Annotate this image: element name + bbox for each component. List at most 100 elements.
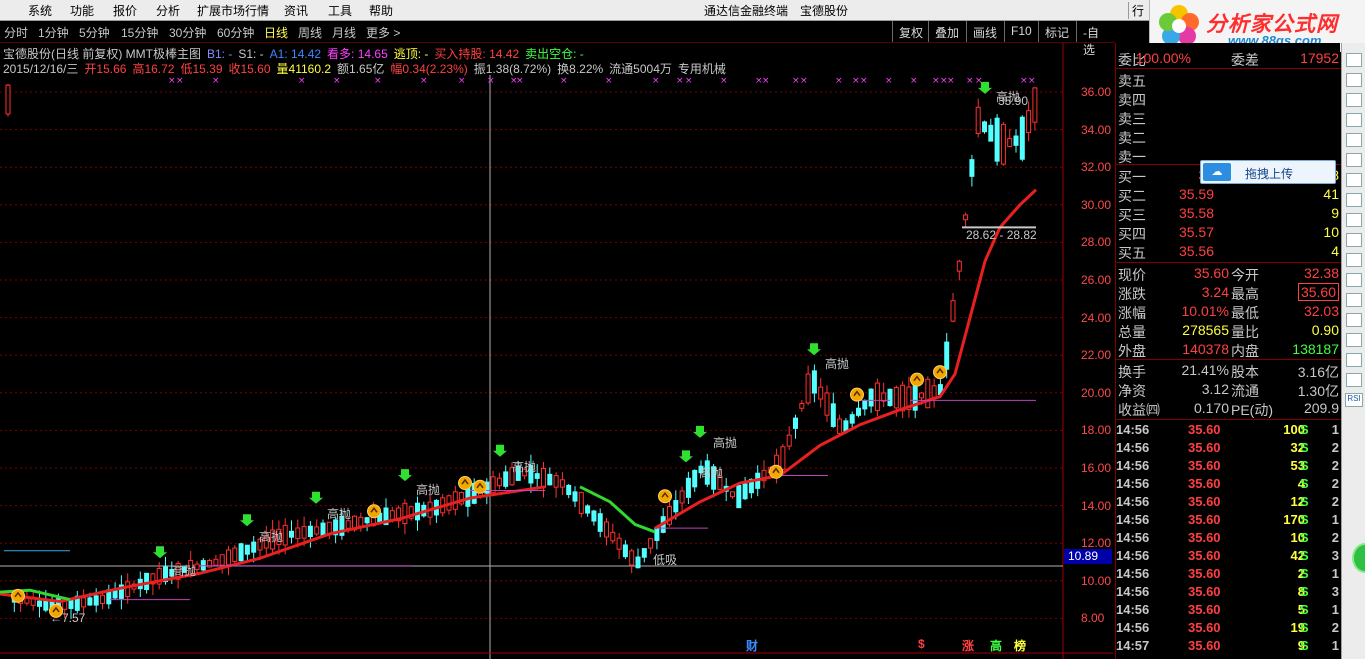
- stat-label: 今开: [1231, 267, 1259, 283]
- candle-body: [125, 581, 131, 597]
- sidebar-tool-icon[interactable]: [1346, 273, 1362, 287]
- tick-time: 14:56: [1116, 422, 1150, 437]
- stat2-row: 换手 21.41% 股本 3.16亿: [1116, 361, 1341, 380]
- sidebar-tool-icon[interactable]: [1346, 373, 1362, 387]
- candle-body: [610, 531, 616, 542]
- weibi-value: 100.00%: [1135, 50, 1191, 66]
- toolbar-button-5[interactable]: -自选: [1076, 21, 1115, 57]
- tick-side: S: [1300, 530, 1309, 545]
- tab-timeframe-8[interactable]: 月线: [332, 24, 356, 41]
- sidebar-tool-icon[interactable]: RSI: [1345, 393, 1363, 407]
- candle-body: [679, 490, 685, 504]
- stat-label: 外盘: [1118, 343, 1146, 359]
- sidebar-tool-icon[interactable]: [1346, 253, 1362, 267]
- toolbar-button-1[interactable]: 叠加: [928, 21, 965, 42]
- menu-item-4[interactable]: 扩展市场行情: [197, 2, 269, 19]
- candle-body: [856, 407, 861, 416]
- buy-level-label: 买三: [1118, 207, 1146, 223]
- tab-timeframe-3[interactable]: 15分钟: [121, 24, 158, 41]
- candle-body: [5, 84, 11, 115]
- sidebar-tool-icon[interactable]: [1346, 213, 1362, 227]
- menu-item-3[interactable]: 分析: [156, 2, 180, 19]
- divider: [1116, 262, 1341, 263]
- tab-timeframe-0[interactable]: 分时: [4, 24, 28, 41]
- sidebar-tool-icon[interactable]: [1346, 353, 1362, 367]
- toolbar-button-0[interactable]: 复权: [892, 21, 929, 42]
- toolbar-button-4[interactable]: 标记: [1038, 21, 1075, 42]
- menu-item-2[interactable]: 报价: [113, 2, 137, 19]
- signal-marker: ×: [860, 76, 868, 86]
- sidebar-tool-icon[interactable]: [1346, 333, 1362, 347]
- buy-level-price: 35.59: [1178, 186, 1214, 202]
- tick-time: 14:56: [1116, 458, 1150, 473]
- menu-item-1[interactable]: 功能: [70, 2, 94, 19]
- buy-level-volume: 10: [1323, 224, 1339, 240]
- tab-timeframe-4[interactable]: 30分钟: [169, 24, 206, 41]
- signal-marker: ×: [374, 76, 382, 86]
- sidebar-tool-icon[interactable]: [1346, 193, 1362, 207]
- kline-chart[interactable]: × × × × × × × × × × × × × × × × × × × × × × × × × × × × × × × × × 宝德股份(日…: [0, 43, 1113, 659]
- signal-marker: ×: [1020, 76, 1028, 86]
- candle-body: [1019, 116, 1025, 160]
- menu-item-5[interactable]: 资讯: [284, 2, 308, 19]
- candle-body: [685, 477, 691, 498]
- sidebar-tool-icon[interactable]: [1346, 233, 1362, 247]
- chart-canvas: × × × × × × × × × ×× × × × × × × × × × × × × × × × × × × × × × ×: [0, 43, 1113, 659]
- buy-level-price: 35.58: [1178, 205, 1214, 221]
- tick-count: 1: [1331, 566, 1339, 581]
- candle-body: [648, 538, 654, 549]
- drag-upload-button[interactable]: ☁ 拖拽上传: [1200, 160, 1336, 184]
- y-tick-label: 8.00: [1081, 611, 1105, 626]
- candle-body: [692, 469, 698, 488]
- candle-body: [364, 517, 370, 524]
- buy-coin-icon: [11, 588, 25, 603]
- sidebar-tool-icon[interactable]: [1346, 313, 1362, 327]
- sidebar-tool-icon[interactable]: [1346, 73, 1362, 87]
- tick-row: 14:56 35.60 12 S 2: [1116, 493, 1341, 512]
- sell-arrow-icon: [153, 546, 167, 559]
- sidebar-tool-icon[interactable]: [1346, 93, 1362, 107]
- tab-timeframe-9[interactable]: 更多 >: [366, 24, 400, 41]
- candle-body: [799, 403, 805, 409]
- menu-item-7[interactable]: 帮助: [369, 2, 393, 19]
- tick-row: 14:56 35.60 53 S 2: [1116, 457, 1341, 476]
- candle-body: [641, 548, 647, 558]
- event-marker: 榜: [1014, 639, 1027, 653]
- signal-marker: ×: [333, 76, 341, 86]
- green-circle-button[interactable]: [1352, 543, 1365, 573]
- ohlc-value: 振1.38(8.72%): [473, 62, 552, 76]
- y-tick-label: 26.00: [1081, 273, 1112, 287]
- tab-timeframe-6[interactable]: 日线: [264, 24, 288, 41]
- sidebar-tool-icon[interactable]: [1346, 293, 1362, 307]
- tab-timeframe-1[interactable]: 1分钟: [38, 24, 69, 41]
- sell-signal-label: 高抛: [327, 507, 352, 522]
- menu-item-0[interactable]: 系统: [28, 2, 52, 19]
- sell-level-label: 卖三: [1118, 111, 1146, 127]
- toolbar-button-2[interactable]: 画线: [966, 21, 1003, 42]
- signal-marker: ×: [835, 76, 843, 86]
- tick-price: 35.60: [1188, 422, 1221, 437]
- sidebar-tool-icon[interactable]: [1346, 173, 1362, 187]
- sidebar-tool-icon[interactable]: [1346, 133, 1362, 147]
- candle-body: [1000, 123, 1006, 165]
- sidebar-tool-icon[interactable]: [1346, 153, 1362, 167]
- ohlc-info-line: 2015/12/16/三 开15.66 高16.72 低15.39 收15.60 量411…: [3, 60, 732, 77]
- tick-time: 14:56: [1116, 584, 1150, 599]
- sell-level-row: 卖三: [1116, 108, 1341, 127]
- tick-count: 1: [1331, 638, 1339, 653]
- tab-timeframe-2[interactable]: 5分钟: [79, 24, 110, 41]
- candle-body: [1013, 135, 1019, 146]
- window-title-stock: 宝德股份: [800, 4, 849, 18]
- tick-time: 14:56: [1116, 602, 1150, 617]
- sidebar-tool-icon[interactable]: [1346, 113, 1362, 127]
- candle-body: [811, 370, 817, 394]
- tab-timeframe-5[interactable]: 60分钟: [217, 24, 254, 41]
- candle-body: [1007, 137, 1013, 147]
- signal-marker: ×: [947, 76, 955, 86]
- toolbar-button-3[interactable]: F10: [1004, 21, 1038, 42]
- sidebar-tool-icon[interactable]: [1346, 53, 1362, 67]
- tab-timeframe-7[interactable]: 周线: [298, 24, 322, 41]
- signal-marker: ×: [685, 76, 693, 86]
- menu-item-6[interactable]: 工具: [328, 2, 352, 19]
- y-tick-label: 14.00: [1081, 498, 1112, 513]
